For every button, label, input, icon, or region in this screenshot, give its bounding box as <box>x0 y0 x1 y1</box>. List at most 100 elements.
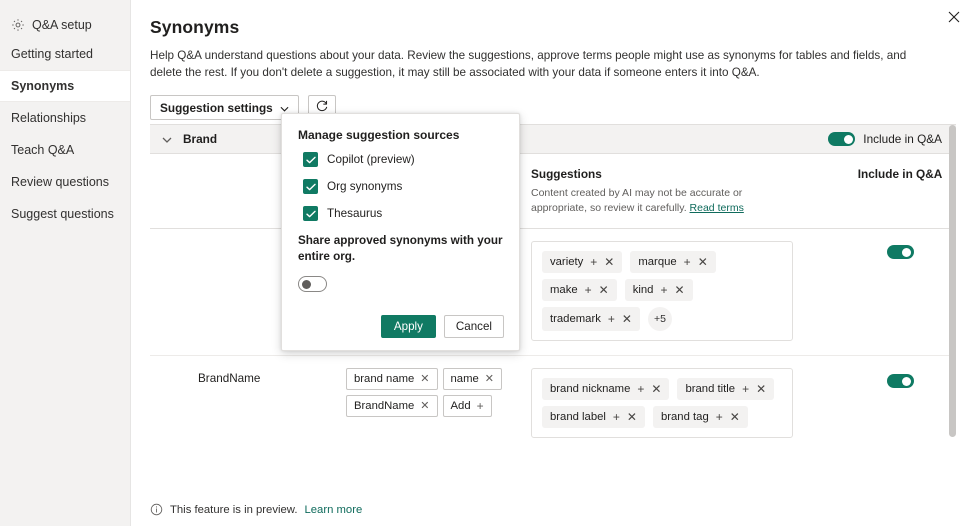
row-suggestions: variety + ✕ marque + ✕ make <box>531 241 844 341</box>
qa-setup-window: Q&A setup Getting started Synonyms Relat… <box>0 0 975 526</box>
checkbox-label: Org synonyms <box>327 180 402 193</box>
suggestion-chip[interactable]: trademark + ✕ <box>542 307 640 331</box>
chip-label: BrandName <box>354 399 414 413</box>
chip-label: Add <box>451 399 471 413</box>
scrollbar-thumb[interactable] <box>949 125 956 437</box>
suggestion-chip[interactable]: marque + ✕ <box>630 251 715 273</box>
suggestion-chip[interactable]: kind + ✕ <box>625 279 693 301</box>
suggestion-chip[interactable]: brand tag + ✕ <box>653 406 748 428</box>
checkbox-org-synonyms[interactable]: Org synonyms <box>303 179 504 194</box>
row-suggestions: brand nickname + ✕ brand title + ✕ brand… <box>531 368 844 438</box>
suggestion-label: brand tag <box>661 410 709 424</box>
share-synonyms-label: Share approved synonyms with your entire… <box>298 233 504 265</box>
apply-button[interactable]: Apply <box>381 315 436 338</box>
close-icon[interactable]: ✕ <box>674 283 684 297</box>
close-icon[interactable]: ✕ <box>698 255 708 269</box>
suggestion-chip[interactable]: make + ✕ <box>542 279 617 301</box>
synonym-chip[interactable]: BrandName ✕ <box>346 395 438 417</box>
plus-icon[interactable]: + <box>742 382 749 396</box>
plus-icon[interactable]: + <box>613 410 620 424</box>
checkbox-checked-icon[interactable] <box>303 179 318 194</box>
plus-icon: + <box>477 399 484 413</box>
suggestion-label: brand title <box>685 382 735 396</box>
share-synonyms-toggle[interactable] <box>298 276 327 292</box>
checkbox-copilot[interactable]: Copilot (preview) <box>303 152 504 167</box>
panel-actions: Apply Cancel <box>298 315 504 338</box>
table-scrollbar[interactable] <box>949 125 956 437</box>
plus-icon[interactable]: + <box>637 382 644 396</box>
row-include-toggle[interactable] <box>887 245 914 259</box>
close-icon[interactable]: ✕ <box>627 410 637 424</box>
suggestion-chip[interactable]: brand nickname + ✕ <box>542 378 669 400</box>
column-suggestions-subtext: Content created by AI may not be accurat… <box>531 186 789 216</box>
plus-icon[interactable]: + <box>585 283 592 297</box>
gear-icon <box>11 18 25 32</box>
close-icon[interactable]: ✕ <box>756 382 766 396</box>
sidebar-item-review-questions[interactable]: Review questions <box>0 166 130 198</box>
sidebar-item-getting-started[interactable]: Getting started <box>0 38 130 70</box>
sidebar-item-synonyms[interactable]: Synonyms <box>0 70 130 102</box>
close-icon[interactable]: ✕ <box>604 255 614 269</box>
table-body: Brand Include in Q&A Approved synonyms S… <box>150 124 956 438</box>
table-row: Add + variety + ✕ <box>150 229 956 356</box>
column-headers: Approved synonyms Suggestions Content cr… <box>150 154 956 229</box>
add-synonym-chip[interactable]: Add + <box>443 395 492 417</box>
close-icon[interactable]: ✕ <box>420 372 429 386</box>
close-icon[interactable]: ✕ <box>730 410 740 424</box>
plus-icon[interactable]: + <box>684 255 691 269</box>
row-include <box>844 241 956 264</box>
plus-icon[interactable]: + <box>716 410 723 424</box>
sidebar: Q&A setup Getting started Synonyms Relat… <box>0 0 131 526</box>
synonyms-table: Brand Include in Q&A Approved synonyms S… <box>150 124 956 438</box>
chip-list: brand name ✕ name ✕ BrandName ✕ <box>346 368 518 417</box>
suggestion-chip[interactable]: brand title + ✕ <box>677 378 774 400</box>
close-icon[interactable]: ✕ <box>485 372 494 386</box>
close-icon[interactable]: ✕ <box>622 312 632 326</box>
close-icon[interactable] <box>943 6 965 28</box>
column-suggestions: Suggestions Content created by AI may no… <box>531 167 844 216</box>
checkbox-label: Copilot (preview) <box>327 153 415 166</box>
group-header-brand[interactable]: Brand Include in Q&A <box>150 125 956 154</box>
info-icon <box>150 503 163 516</box>
column-include: Include in Q&A <box>844 167 956 181</box>
sidebar-header: Q&A setup <box>0 12 130 38</box>
plus-icon[interactable]: + <box>590 255 597 269</box>
row-field-name: BrandName <box>150 368 346 385</box>
sidebar-item-relationships[interactable]: Relationships <box>0 102 130 134</box>
sidebar-item-suggest-questions[interactable]: Suggest questions <box>0 198 130 230</box>
checkbox-checked-icon[interactable] <box>303 152 318 167</box>
checkbox-thesaurus[interactable]: Thesaurus <box>303 206 504 221</box>
cancel-button[interactable]: Cancel <box>444 315 504 338</box>
suggestion-chip[interactable]: brand label + ✕ <box>542 406 645 428</box>
preview-footer-text: This feature is in preview. <box>170 504 297 516</box>
synonym-chip[interactable]: brand name ✕ <box>346 368 438 390</box>
learn-more-link[interactable]: Learn more <box>304 504 362 516</box>
suggestion-box: variety + ✕ marque + ✕ make <box>531 241 793 341</box>
suggestion-settings-panel: Manage suggestion sources Copilot (previ… <box>281 113 520 351</box>
sidebar-item-label: Review questions <box>11 175 109 189</box>
chevron-down-icon[interactable] <box>162 130 173 148</box>
more-suggestions-badge[interactable]: +5 <box>648 307 672 331</box>
close-icon[interactable]: ✕ <box>651 382 661 396</box>
read-terms-link[interactable]: Read terms <box>690 202 744 214</box>
suggestion-settings-button[interactable]: Suggestion settings <box>150 95 299 120</box>
sidebar-item-label: Synonyms <box>11 79 74 93</box>
sidebar-item-label: Getting started <box>11 47 93 61</box>
group-name: Brand <box>183 132 217 146</box>
row-include-toggle[interactable] <box>887 374 914 388</box>
close-icon[interactable]: ✕ <box>599 283 609 297</box>
checkbox-checked-icon[interactable] <box>303 206 318 221</box>
suggestion-label: kind <box>633 283 654 297</box>
sidebar-item-teach-qa[interactable]: Teach Q&A <box>0 134 130 166</box>
suggestion-label: trademark <box>550 312 601 326</box>
panel-title: Manage suggestion sources <box>298 128 504 142</box>
plus-icon[interactable]: + <box>660 283 667 297</box>
close-icon[interactable]: ✕ <box>420 399 429 413</box>
plus-icon[interactable]: + <box>608 312 615 326</box>
suggestion-chip[interactable]: variety + ✕ <box>542 251 622 273</box>
group-include-toggle[interactable] <box>828 132 855 146</box>
suggestion-label: marque <box>638 255 676 269</box>
synonym-chip[interactable]: name ✕ <box>443 368 502 390</box>
row-include <box>844 368 956 393</box>
sidebar-header-label: Q&A setup <box>32 18 92 32</box>
